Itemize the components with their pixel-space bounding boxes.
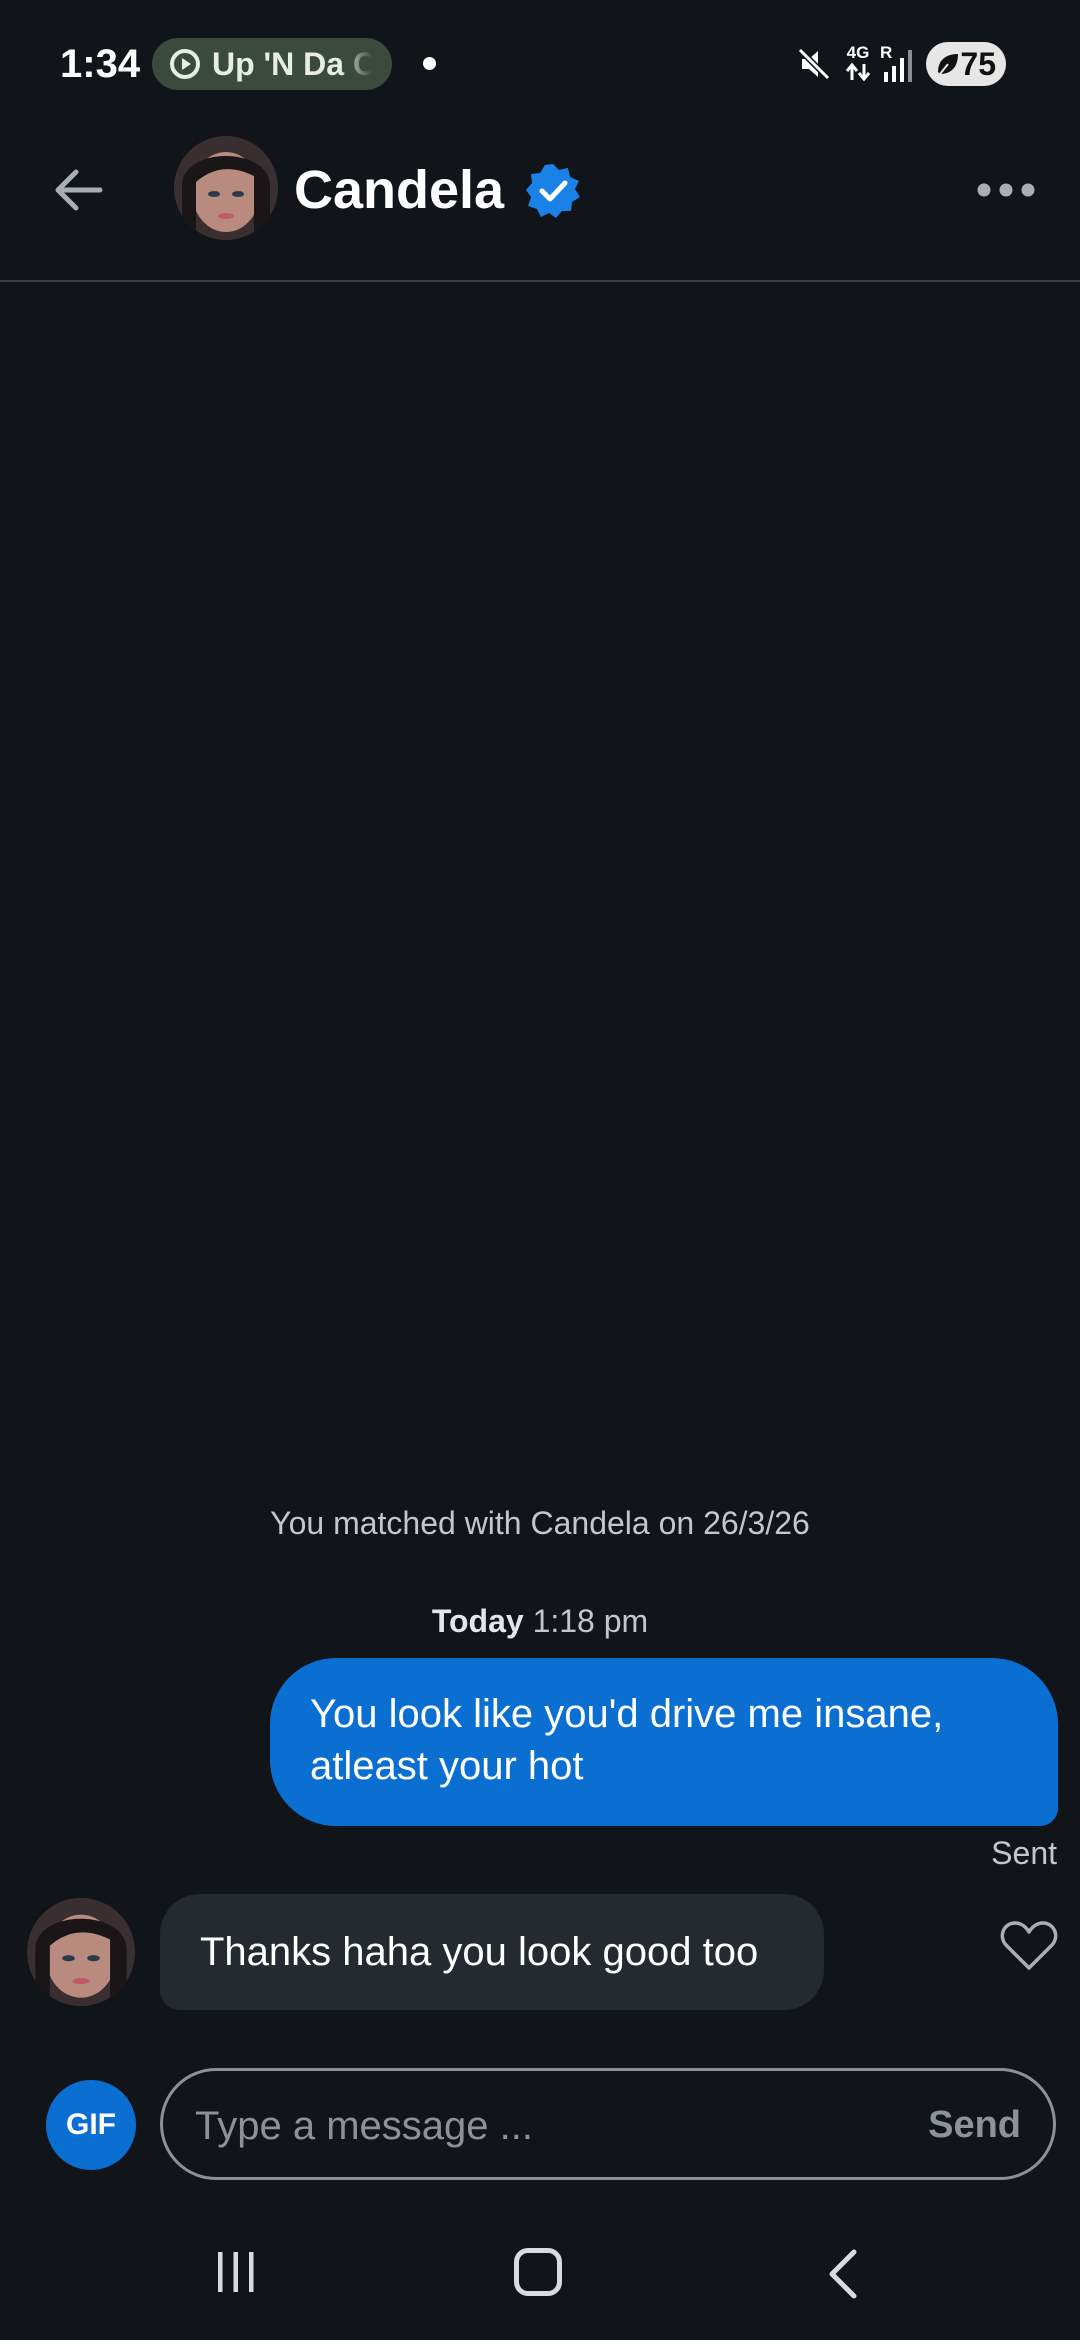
- home-icon[interactable]: [514, 2248, 562, 2296]
- mute-icon: [797, 47, 831, 81]
- signal-icon: R: [880, 44, 916, 86]
- network-type: 4G: [846, 43, 870, 62]
- contact-name[interactable]: Candela: [294, 155, 504, 225]
- heart-icon[interactable]: [1000, 1920, 1058, 1972]
- back-arrow-icon[interactable]: [52, 166, 104, 214]
- incoming-message-bubble[interactable]: Thanks haha you look good too: [160, 1894, 824, 2010]
- match-note: You matched with Candela on 26/3/26: [270, 1505, 810, 1541]
- more-options-icon[interactable]: [976, 178, 1036, 202]
- media-playing-pill[interactable]: Up 'N Da C: [152, 38, 392, 90]
- gif-button[interactable]: GIF: [46, 2080, 136, 2170]
- back-icon[interactable]: [824, 2248, 864, 2300]
- sender-avatar[interactable]: [27, 1898, 135, 2006]
- verified-badge-icon: [526, 164, 580, 218]
- timestamp-day: Today: [431, 1603, 524, 1639]
- outgoing-message-bubble[interactable]: You look like you'd drive me insane, atl…: [270, 1658, 1058, 1826]
- message-timestamp: Today 1:18 pm: [0, 1603, 1080, 1640]
- status-time: 1:34: [60, 42, 141, 86]
- message-status: Sent: [991, 1835, 1057, 1871]
- message-composer: Send: [160, 2068, 1056, 2180]
- timestamp-time: 1:18 pm: [532, 1603, 649, 1639]
- message-line: atleast your hot: [310, 1744, 584, 1788]
- play-icon: [170, 49, 200, 79]
- battery-level: 75: [960, 45, 996, 82]
- header-divider: [0, 280, 1080, 282]
- notification-dot: [423, 57, 436, 70]
- battery-saver-icon: [938, 54, 958, 75]
- data-arrows-icon: 4G: [844, 44, 872, 86]
- contact-avatar[interactable]: [174, 136, 278, 240]
- battery-indicator: 75: [926, 42, 1006, 86]
- recents-icon[interactable]: [214, 2250, 258, 2294]
- send-button[interactable]: Send: [928, 2097, 1021, 2153]
- media-title: Up 'N Da C: [212, 45, 372, 82]
- message-input[interactable]: [193, 2095, 857, 2157]
- message-line: You look like you'd drive me insane,: [310, 1692, 944, 1736]
